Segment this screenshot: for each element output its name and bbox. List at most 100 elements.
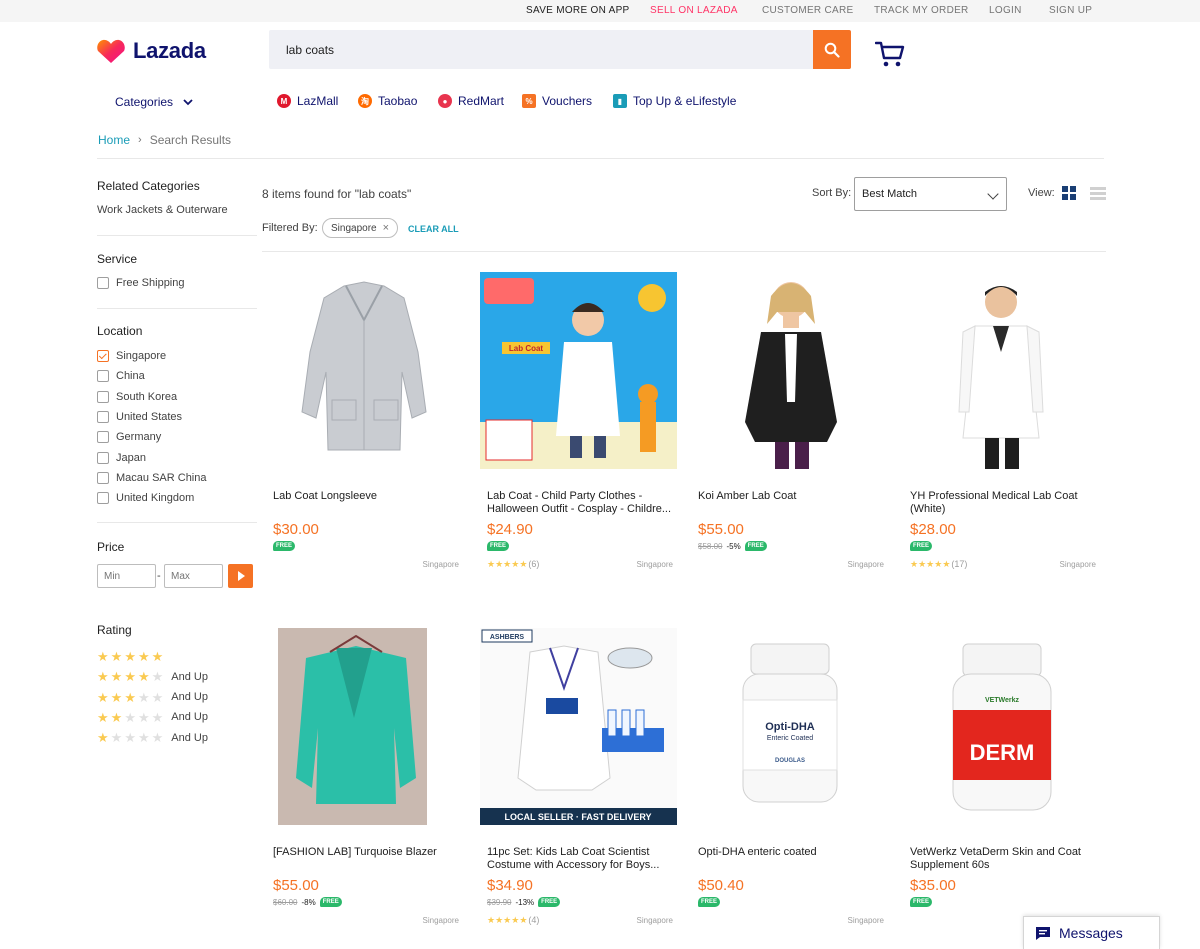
checkbox[interactable]	[97, 390, 109, 403]
free-shipping-badge: FREE	[538, 897, 561, 907]
sell-on-lazada-link[interactable]: SELL ON LAZADA	[650, 5, 738, 16]
related-category-link[interactable]: Work Jackets & Outerware	[97, 204, 228, 216]
product-title[interactable]: Lab Coat - Child Party Clothes - Hallowe…	[487, 490, 673, 516]
location-label: Singapore	[116, 350, 167, 362]
product-card[interactable]: Lab Coat Longsleeve $30.00 FREE Singapore	[266, 272, 463, 588]
clear-all-button[interactable]: CLEAR ALL	[408, 224, 459, 234]
product-card[interactable]: [FASHION LAB] Turquoise Blazer $55.00 $60.…	[266, 628, 463, 944]
rating-filter-option[interactable]: ★ ★ ★ ★ ★ And Up	[97, 711, 208, 724]
product-price-meta: FREE	[698, 897, 721, 907]
product-image[interactable]: VETWerkz DERM	[903, 628, 1100, 825]
product-card[interactable]: Koi Amber Lab Coat $55.00 $58.00 -5% FREE Sin…	[691, 272, 888, 588]
star-icon: ★	[495, 558, 504, 569]
star-icon: ★	[137, 669, 150, 685]
sort-select[interactable]: Best Match	[854, 177, 1007, 211]
login-link[interactable]: LOGIN	[989, 5, 1022, 16]
sort-select-value: Best Match	[862, 188, 918, 200]
product-image[interactable]	[266, 272, 463, 469]
product-card[interactable]: YH Professional Medical Lab Coat (White)…	[903, 272, 1100, 588]
product-card[interactable]: Lab Coat Lab Coat - Child Party Clothes …	[480, 272, 677, 588]
nav-topup[interactable]: ▮ Top Up & eLifestyle	[613, 94, 736, 108]
checkbox[interactable]	[97, 277, 109, 289]
list-view-icon[interactable]	[1090, 187, 1106, 200]
product-card[interactable]: ASHBERS LOCAL SELLER · FAST DELIVERY 11p…	[480, 628, 677, 944]
product-image[interactable]: ASHBERS LOCAL SELLER · FAST DELIVERY	[480, 628, 677, 825]
product-price: $50.40	[698, 877, 744, 894]
product-image[interactable]	[903, 272, 1100, 469]
checkbox[interactable]	[97, 492, 109, 505]
rating-filter-option[interactable]: ★ ★ ★ ★ ★ And Up	[97, 731, 208, 744]
service-free-shipping[interactable]: Free Shipping	[97, 277, 185, 289]
checkbox[interactable]	[97, 370, 109, 383]
search-button[interactable]	[813, 30, 851, 69]
star-icon: ★	[110, 649, 123, 664]
product-title[interactable]: YH Professional Medical Lab Coat (White)	[910, 490, 1096, 516]
filter-chip-singapore[interactable]: Singapore ×	[322, 218, 399, 238]
product-image[interactable]: Opti-DHA Enteric Coated DOUGLAS	[691, 628, 888, 825]
cart-icon[interactable]	[875, 40, 905, 68]
vouchers-icon: %	[522, 94, 536, 108]
price-apply-button[interactable]	[228, 564, 253, 588]
star-icon: ★	[910, 558, 919, 569]
product-title[interactable]: Opti-DHA enteric coated	[698, 846, 884, 859]
location-option[interactable]: Singapore	[97, 350, 166, 362]
grid-view-icon[interactable]	[1062, 186, 1076, 200]
product-title[interactable]: VetWerkz VetaDerm Skin and Coat Suppleme…	[910, 846, 1096, 872]
nav-lazmall-label: LazMall	[297, 94, 339, 108]
product-image[interactable]	[691, 272, 888, 469]
free-shipping-badge: FREE	[744, 541, 767, 551]
categories-dropdown[interactable]: Categories	[115, 95, 193, 109]
breadcrumb-home[interactable]: Home	[98, 133, 130, 147]
product-card[interactable]: Opti-DHA Enteric Coated DOUGLAS Opti-DHA…	[691, 628, 888, 944]
price-max-input[interactable]	[164, 564, 223, 588]
product-price-meta: FREE	[273, 541, 296, 551]
nav-redmart[interactable]: ● RedMart	[438, 94, 504, 108]
nav-vouchers[interactable]: % Vouchers	[522, 94, 592, 108]
product-title[interactable]: [FASHION LAB] Turquoise Blazer	[273, 846, 459, 859]
lazada-heart-icon	[97, 39, 125, 63]
product-rating: ★ ★ ★ ★ ★ (17)	[910, 559, 967, 569]
star-icon: ★	[110, 730, 123, 746]
star-icon: ★	[137, 730, 150, 746]
product-image[interactable]: Lab Coat	[480, 272, 677, 469]
rating-filter-option[interactable]: ★ ★ ★ ★ ★ And Up	[97, 670, 208, 683]
price-min-input[interactable]	[97, 564, 156, 588]
checkbox[interactable]	[97, 410, 109, 423]
save-more-on-app-link[interactable]: SAVE MORE ON APP	[526, 5, 630, 16]
product-card[interactable]: VETWerkz DERM VetWerkz VetaDerm Skin and…	[903, 628, 1100, 944]
star-icon: ★	[151, 709, 164, 725]
search-input[interactable]	[269, 30, 813, 69]
star-icon: ★	[97, 649, 109, 664]
checkbox[interactable]	[97, 350, 109, 362]
location-option[interactable]: Germany	[97, 431, 161, 444]
nav-lazmall[interactable]: M LazMall	[277, 94, 338, 108]
product-image[interactable]	[266, 628, 463, 825]
free-shipping-badge: FREE	[319, 897, 342, 907]
rating-filter-option[interactable]: ★ ★ ★ ★ ★ And Up	[97, 691, 208, 704]
product-location: Singapore	[847, 916, 884, 925]
rating-filter-option[interactable]: ★ ★ ★ ★ ★	[97, 650, 163, 663]
checkbox[interactable]	[97, 471, 109, 484]
product-title[interactable]: Koi Amber Lab Coat	[698, 490, 884, 503]
checkbox[interactable]	[97, 431, 109, 444]
location-option[interactable]: Macau SAR China	[97, 471, 207, 484]
location-option[interactable]: China	[97, 370, 145, 383]
messages-button[interactable]: Messages	[1023, 916, 1160, 949]
track-my-order-link[interactable]: TRACK MY ORDER	[874, 5, 969, 16]
messages-label: Messages	[1059, 925, 1123, 941]
close-icon[interactable]: ×	[383, 222, 389, 234]
location-option[interactable]: United Kingdom	[97, 492, 194, 505]
breadcrumb-divider	[97, 158, 1104, 159]
signup-link[interactable]: SIGN UP	[1049, 5, 1092, 16]
nav-taobao[interactable]: 淘 Taobao	[358, 94, 417, 108]
customer-care-link[interactable]: CUSTOMER CARE	[762, 5, 854, 16]
lazada-logo[interactable]: Lazada	[97, 38, 206, 64]
location-option[interactable]: South Korea	[97, 390, 177, 403]
location-option[interactable]: Japan	[97, 451, 146, 464]
original-price: $39.90	[487, 897, 512, 907]
checkbox[interactable]	[97, 451, 109, 464]
product-title[interactable]: 11pc Set: Kids Lab Coat Scientist Costum…	[487, 846, 673, 872]
location-option[interactable]: United States	[97, 410, 182, 423]
product-title[interactable]: Lab Coat Longsleeve	[273, 490, 459, 503]
chevron-down-icon	[183, 98, 193, 105]
